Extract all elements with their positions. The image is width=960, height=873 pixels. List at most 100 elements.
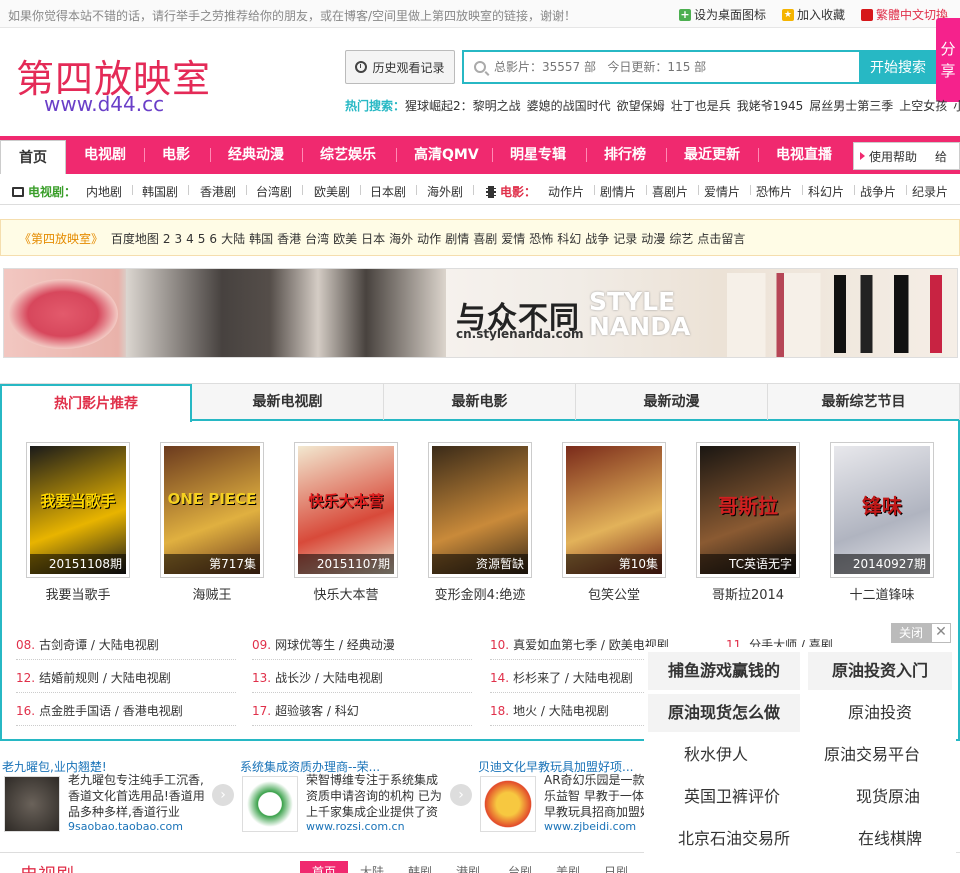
help-link[interactable]: 使用帮助: [869, 148, 917, 165]
hot-keyword[interactable]: 小: [953, 99, 960, 113]
nav-item-9[interactable]: 电视直播: [776, 136, 832, 174]
help-box[interactable]: 使用帮助 给: [853, 142, 960, 170]
search-input[interactable]: [494, 60, 834, 74]
quick-link[interactable]: 台湾: [305, 232, 329, 246]
tab-4[interactable]: 最新综艺节目: [768, 384, 960, 420]
site-url[interactable]: www.d44.cc: [44, 92, 164, 116]
poster-card[interactable]: ONE PIECE 第717集: [160, 442, 264, 578]
poster-card[interactable]: 第10集: [562, 442, 666, 578]
movie-category[interactable]: 恐怖片: [756, 183, 792, 200]
history-button[interactable]: 历史观看记录: [345, 50, 455, 84]
quick-link[interactable]: 海外: [389, 232, 413, 246]
section-tab[interactable]: 韩剧: [408, 863, 432, 873]
poster-title[interactable]: 变形金刚4:绝迹: [415, 584, 545, 603]
rank-item[interactable]: 17. 超验骇客 / 科幻: [252, 698, 472, 726]
chevron-right-icon[interactable]: ›: [450, 784, 472, 806]
tv-category[interactable]: 韩国剧: [142, 183, 178, 200]
lang-switch-link[interactable]: 繁體中文切換: [860, 6, 948, 23]
quick-link[interactable]: 喜剧: [473, 232, 497, 246]
search-button[interactable]: 开始搜索: [859, 50, 937, 84]
quick-link[interactable]: 科幻: [557, 232, 581, 246]
ad-block[interactable]: 老九曜包,业内翘楚! 老九曜包专注纯手工沉香,香道文化首选用品!香道用品多种多样,…: [2, 758, 234, 838]
tv-category[interactable]: 台湾剧: [256, 183, 292, 200]
section-tab[interactable]: 日剧: [604, 863, 628, 873]
nav-item-8[interactable]: 最近更新: [684, 136, 740, 174]
share-button[interactable]: 分享: [936, 18, 960, 102]
poster-card[interactable]: 我要当歌手 20151108期: [26, 442, 130, 578]
popup-ad-link[interactable]: 在线棋牌: [828, 820, 952, 858]
chevron-right-icon[interactable]: ›: [212, 784, 234, 806]
nav-item-1[interactable]: 电视剧: [84, 136, 126, 174]
section-tab[interactable]: 美剧: [556, 863, 580, 873]
quick-link[interactable]: 动作: [417, 232, 441, 246]
hot-keyword[interactable]: 上空女孩: [899, 99, 947, 113]
movie-category[interactable]: 动作片: [548, 183, 584, 200]
ad-banner[interactable]: 与众不同 cn.stylenanda.com STYLE NANDA: [3, 268, 958, 358]
hot-keyword[interactable]: 欲望保姆: [617, 99, 665, 113]
movie-category[interactable]: 爱情片: [704, 183, 740, 200]
nav-item-6[interactable]: 明星专辑: [510, 136, 566, 174]
ad-url[interactable]: 9saobao.taobao.com: [68, 820, 183, 833]
rank-text[interactable]: 点金胜手国语 / 香港电视剧: [39, 704, 183, 718]
quick-link[interactable]: 百度地图: [111, 232, 159, 246]
popup-ad-link[interactable]: 原油交易平台: [792, 736, 952, 774]
popup-close[interactable]: 关闭 ✕: [891, 623, 951, 643]
quick-link[interactable]: 记录: [613, 232, 637, 246]
ad-block[interactable]: 系统集成资质办理商--荣... 荣智博维专注于系统集成资质申请咨询的机构 已为上千…: [240, 758, 472, 838]
nav-item-3[interactable]: 经典动漫: [228, 136, 284, 174]
poster-card[interactable]: 资源暂缺: [428, 442, 532, 578]
tab-1[interactable]: 最新电视剧: [192, 384, 384, 420]
quick-link[interactable]: 6: [209, 232, 217, 246]
rank-text[interactable]: 超验骇客 / 科幻: [275, 704, 359, 718]
poster-card[interactable]: 哥斯拉 TC英语无字: [696, 442, 800, 578]
movie-category[interactable]: 纪录片: [912, 183, 948, 200]
quick-link[interactable]: 3: [175, 232, 183, 246]
popup-ad-link[interactable]: 原油投资入门: [808, 652, 952, 690]
rank-text[interactable]: 杉杉来了 / 大陆电视剧: [513, 671, 633, 685]
rank-text[interactable]: 网球优等生 / 经典动漫: [275, 638, 395, 652]
quick-link[interactable]: 日本: [361, 232, 385, 246]
rank-text[interactable]: 结婚前规则 / 大陆电视剧: [39, 671, 171, 685]
poster-title[interactable]: 哥斯拉2014: [683, 584, 813, 603]
poster-title[interactable]: 包笑公堂: [549, 584, 679, 603]
nav-item-5[interactable]: 高清QMV: [414, 136, 479, 174]
tv-category[interactable]: 欧美剧: [314, 183, 350, 200]
nav-item-7[interactable]: 排行榜: [604, 136, 646, 174]
section-tab[interactable]: 大陆: [360, 863, 384, 873]
tv-category[interactable]: 内地剧: [86, 183, 122, 200]
poster-title[interactable]: 十二道锋味: [817, 584, 947, 603]
popup-ad-link[interactable]: 现货原油: [824, 778, 952, 816]
popup-close-label[interactable]: 关闭: [891, 623, 931, 643]
rank-item[interactable]: 08. 古剑奇谭 / 大陆电视剧: [16, 632, 236, 660]
popup-ad-link[interactable]: 捕鱼游戏赢钱的: [648, 652, 800, 690]
ad-url[interactable]: www.zjbeidi.com: [544, 820, 636, 833]
rank-item[interactable]: 16. 点金胜手国语 / 香港电视剧: [16, 698, 236, 726]
add-favorite-link[interactable]: ★ 加入收藏: [781, 6, 845, 23]
rank-item[interactable]: 09. 网球优等生 / 经典动漫: [252, 632, 472, 660]
hot-keyword[interactable]: 壮丁也是兵: [671, 99, 731, 113]
movie-category[interactable]: 剧情片: [600, 183, 636, 200]
section-tab[interactable]: 台剧: [508, 863, 532, 873]
quick-link[interactable]: 剧情: [445, 232, 469, 246]
poster-card[interactable]: 快乐大本营 20151107期: [294, 442, 398, 578]
poster-title[interactable]: 我要当歌手: [13, 584, 143, 603]
quick-link[interactable]: 恐怖: [529, 232, 553, 246]
poster-card[interactable]: 锋味 20140927期: [830, 442, 934, 578]
quick-link[interactable]: 韩国: [249, 232, 273, 246]
hot-keyword[interactable]: 屌丝男士第三季: [809, 99, 893, 113]
poster-title[interactable]: 海贼王: [147, 584, 277, 603]
close-icon[interactable]: ✕: [931, 623, 951, 643]
tv-category[interactable]: 香港剧: [200, 183, 236, 200]
rank-item[interactable]: 12. 结婚前规则 / 大陆电视剧: [16, 665, 236, 693]
popup-ad-link[interactable]: 原油现货怎么做: [648, 694, 800, 732]
tv-category[interactable]: 海外剧: [427, 183, 463, 200]
set-desktop-link[interactable]: + 设为桌面图标: [678, 6, 766, 23]
quick-link[interactable]: 欧美: [333, 232, 357, 246]
popup-ad-link[interactable]: 秋水伊人: [648, 736, 784, 774]
hot-keyword[interactable]: 我姥爷1945: [737, 99, 804, 113]
movie-category[interactable]: 科幻片: [808, 183, 844, 200]
quick-link[interactable]: 爱情: [501, 232, 525, 246]
hot-keyword[interactable]: 婆媳的战国时代: [527, 99, 611, 113]
rank-text[interactable]: 古剑奇谭 / 大陆电视剧: [39, 638, 159, 652]
tv-category[interactable]: 日本剧: [370, 183, 406, 200]
